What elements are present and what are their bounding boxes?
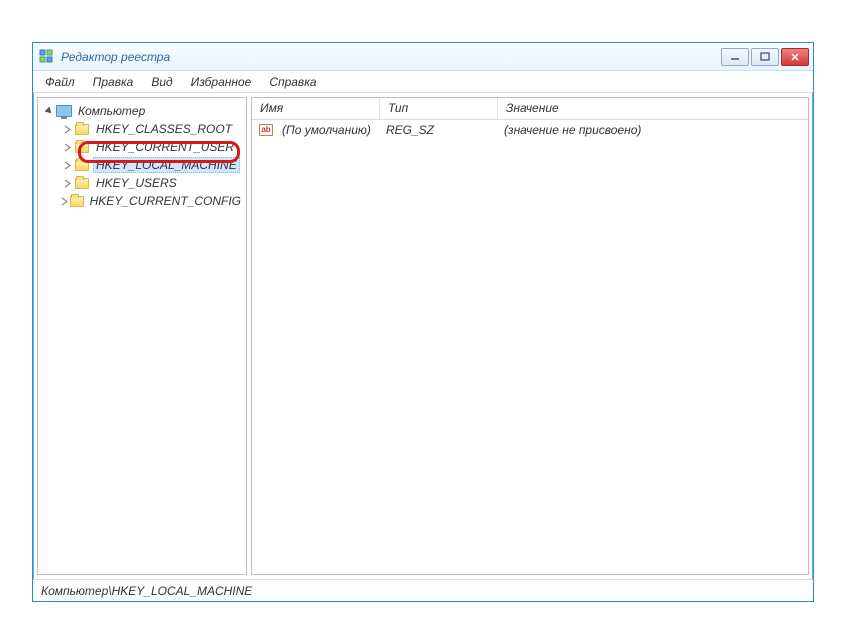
close-button[interactable] <box>781 48 809 66</box>
expander-icon[interactable] <box>60 158 74 172</box>
tree-root-label: Компьютер <box>75 103 148 119</box>
minimize-button[interactable] <box>721 48 749 66</box>
value-type: REG_SZ <box>382 123 500 137</box>
statusbar: Компьютер\HKEY_LOCAL_MACHINE <box>33 579 813 601</box>
folder-icon <box>74 122 90 136</box>
tree-node-label: HKEY_CURRENT_CONFIG <box>87 193 244 209</box>
window-frame: Редактор реестра Файл Правка Вид Избранн… <box>32 42 814 602</box>
expander-open-icon[interactable] <box>42 104 56 118</box>
string-value-icon: ab <box>258 123 274 137</box>
tree-node-label: HKEY_CLASSES_ROOT <box>93 121 235 137</box>
titlebar[interactable]: Редактор реестра <box>33 43 813 71</box>
tree-node-label: HKEY_LOCAL_MACHINE <box>93 157 240 173</box>
values-panel: Имя Тип Значение ab (По умолчанию) REG_S… <box>251 97 809 575</box>
column-header-name[interactable]: Имя <box>252 98 380 119</box>
registry-tree[interactable]: Компьютер HKEY_CLASSES_ROOT HKEY_CURRENT… <box>38 98 246 214</box>
value-name: (По умолчанию) <box>278 123 382 137</box>
maximize-button[interactable] <box>751 48 779 66</box>
tree-node-hkcr[interactable]: HKEY_CLASSES_ROOT <box>40 120 244 138</box>
regedit-icon <box>39 49 55 65</box>
tree-node-hkcu[interactable]: HKEY_CURRENT_USER <box>40 138 244 156</box>
statusbar-path: Компьютер\HKEY_LOCAL_MACHINE <box>41 584 252 598</box>
tree-node-hku[interactable]: HKEY_USERS <box>40 174 244 192</box>
column-header-row: Имя Тип Значение <box>252 98 808 120</box>
computer-icon <box>56 104 72 118</box>
folder-icon <box>74 176 90 190</box>
column-header-type[interactable]: Тип <box>380 98 498 119</box>
menu-file[interactable]: Файл <box>37 73 83 91</box>
column-header-value[interactable]: Значение <box>498 98 808 119</box>
content-area: Компьютер HKEY_CLASSES_ROOT HKEY_CURRENT… <box>33 93 813 579</box>
menubar: Файл Правка Вид Избранное Справка <box>33 71 813 93</box>
tree-node-label: HKEY_CURRENT_USER <box>93 139 237 155</box>
values-list[interactable]: ab (По умолчанию) REG_SZ (значение не пр… <box>252 120 808 574</box>
expander-icon[interactable] <box>60 194 70 208</box>
value-row[interactable]: ab (По умолчанию) REG_SZ (значение не пр… <box>252 120 808 140</box>
tree-panel: Компьютер HKEY_CLASSES_ROOT HKEY_CURRENT… <box>37 97 247 575</box>
menu-view[interactable]: Вид <box>143 73 180 91</box>
folder-icon <box>74 140 90 154</box>
expander-icon[interactable] <box>60 140 74 154</box>
expander-icon[interactable] <box>60 176 74 190</box>
tree-node-label: HKEY_USERS <box>93 175 180 191</box>
tree-root-computer[interactable]: Компьютер <box>40 102 244 120</box>
menu-favorites[interactable]: Избранное <box>183 73 260 91</box>
window-title: Редактор реестра <box>61 50 721 64</box>
tree-node-hklm[interactable]: HKEY_LOCAL_MACHINE <box>40 156 244 174</box>
folder-icon <box>70 194 84 208</box>
expander-icon[interactable] <box>60 122 74 136</box>
tree-node-hkcc[interactable]: HKEY_CURRENT_CONFIG <box>40 192 244 210</box>
window-controls <box>721 48 809 66</box>
menu-edit[interactable]: Правка <box>85 73 142 91</box>
folder-icon <box>74 158 90 172</box>
value-data: (значение не присвоено) <box>500 123 808 137</box>
menu-help[interactable]: Справка <box>261 73 324 91</box>
